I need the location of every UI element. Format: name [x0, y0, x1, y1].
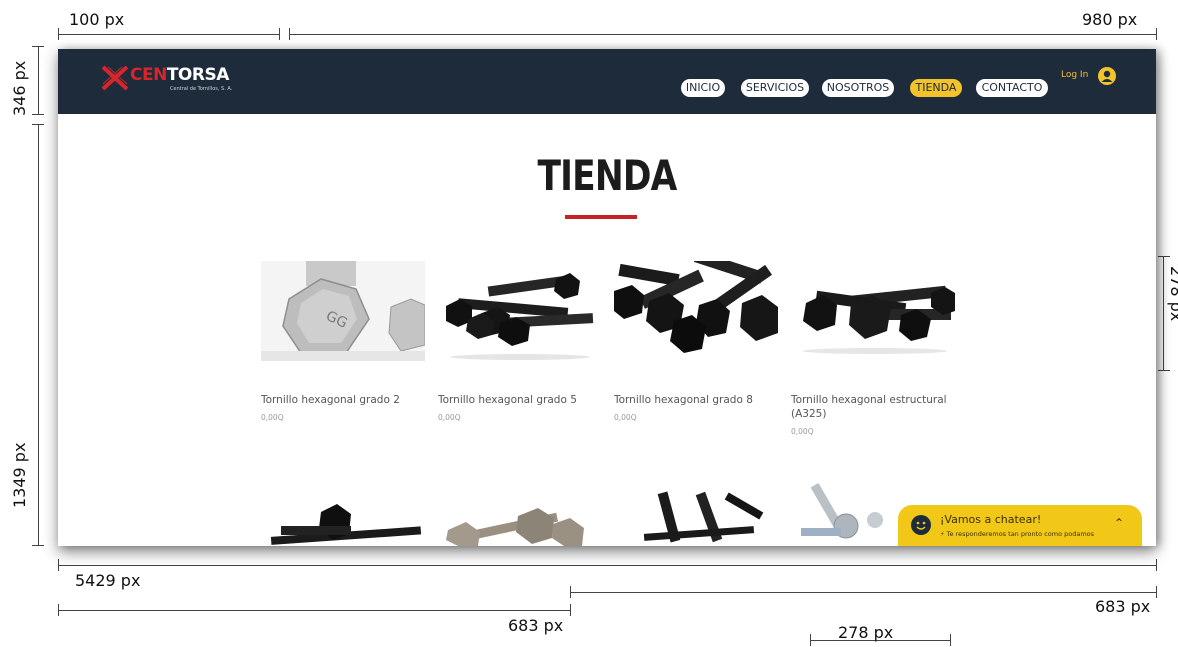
nav-servicios[interactable]: SERVICIOS: [740, 78, 810, 98]
product-price: 0,00Q: [438, 413, 461, 422]
product-name[interactable]: Tornillo hexagonal grado 5: [438, 393, 602, 407]
dim-left-top-label: 346 px: [10, 60, 29, 116]
chevron-up-icon[interactable]: ⌃: [1114, 516, 1124, 530]
logo-tagline: Central de Tornillos, S. A.: [170, 86, 233, 92]
dim-half-right-line: [570, 592, 1156, 593]
dim-tick: [58, 559, 59, 571]
dim-top-right-line: [289, 34, 1156, 35]
site-header: CENTORSA Central de Tornillos, S. A. INI…: [58, 49, 1156, 114]
product-name[interactable]: Tornillo hexagonal grado 8: [614, 393, 778, 407]
dim-total-label: 5429 px: [75, 571, 141, 590]
dim-right-line: [1163, 256, 1164, 370]
dim-tick: [279, 28, 280, 40]
dim-tick: [58, 604, 59, 616]
dim-tick: [1158, 370, 1170, 371]
dim-tick: [32, 545, 44, 546]
dim-tick: [1156, 586, 1157, 598]
dim-tick: [32, 46, 44, 47]
dim-tick: [58, 28, 59, 40]
dim-half-right-label: 683 px: [1095, 597, 1151, 616]
product-card-row2[interactable]: [614, 482, 778, 546]
dim-tick: [289, 28, 290, 40]
dim-left-body-label: 1349 px: [10, 442, 29, 508]
dim-tick: [1158, 256, 1170, 257]
product-price: 0,00Q: [791, 427, 814, 436]
socket-cap-screws-image[interactable]: [614, 482, 778, 546]
dim-tick: [950, 634, 951, 646]
user-avatar-icon[interactable]: [1098, 67, 1116, 85]
page-title: TIENDA: [537, 151, 678, 200]
product-price: 0,00Q: [261, 413, 284, 422]
nav-contacto[interactable]: CONTACTO: [975, 78, 1049, 98]
smiley-chat-icon: [911, 515, 931, 535]
dim-left-body-line: [38, 124, 39, 546]
dim-left-top-line: [38, 46, 39, 114]
dim-tick: [570, 604, 571, 616]
chat-subtitle-text: Te responderemos tan pronto como podamos: [946, 530, 1095, 538]
logo-x-icon: [101, 65, 129, 91]
black-hex-bolts-pile-image[interactable]: [614, 261, 778, 361]
dim-top-left-label: 100 px: [69, 10, 125, 29]
product-price: 0,00Q: [614, 413, 637, 422]
dim-tick: [570, 586, 571, 598]
chat-subtitle: ⚡ Te responderemos tan pronto como podam…: [940, 530, 1094, 538]
black-hex-bolts-image[interactable]: [438, 261, 602, 361]
nav-tienda[interactable]: TIENDA: [909, 78, 963, 98]
steel-bolts-image[interactable]: [438, 482, 602, 546]
dim-tick: [32, 114, 44, 115]
silver-hex-bolt-image[interactable]: GG: [261, 261, 425, 361]
product-card-row2[interactable]: [438, 482, 602, 546]
dim-tick: [32, 124, 44, 125]
chat-title: ¡Vamos a chatear!: [940, 513, 1042, 526]
logo-cen: CEN: [130, 65, 167, 85]
dim-half-left-label: 683 px: [508, 616, 564, 635]
dim-top-left-line: [58, 34, 279, 35]
dim-tick: [810, 634, 811, 646]
product-name[interactable]: Tornillo hexagonal grado 2: [261, 393, 425, 407]
website-mockup: CENTORSA Central de Tornillos, S. A. INI…: [58, 49, 1156, 546]
black-bolts-image[interactable]: [261, 482, 425, 546]
dim-product-label: 278 px: [838, 623, 894, 642]
dim-top-right-label: 980 px: [1082, 10, 1138, 29]
title-underline: [565, 215, 637, 219]
logo-torsa: TORSA: [166, 65, 230, 85]
dim-right-label: 278 px: [1167, 266, 1178, 322]
dim-tick: [1156, 559, 1157, 571]
nav-nosotros[interactable]: NOSOTROS: [821, 78, 895, 98]
dim-tick: [1156, 28, 1157, 40]
dim-total-line: [58, 565, 1156, 566]
dim-half-left-line: [58, 610, 570, 611]
logo-wordmark: CENTORSA: [130, 67, 229, 84]
product-card-row2[interactable]: [261, 482, 425, 546]
login-link[interactable]: Log In: [1061, 70, 1088, 80]
chat-widget[interactable]: ¡Vamos a chatear! ⚡ Te responderemos tan…: [898, 505, 1142, 546]
black-structural-bolts-image[interactable]: [791, 261, 955, 361]
lightning-icon: ⚡: [940, 530, 945, 538]
product-name[interactable]: Tornillo hexagonal estructural (A325): [791, 393, 955, 421]
logo[interactable]: CENTORSA Central de Tornillos, S. A.: [100, 65, 240, 99]
nav-inicio[interactable]: INICIO: [680, 78, 726, 98]
